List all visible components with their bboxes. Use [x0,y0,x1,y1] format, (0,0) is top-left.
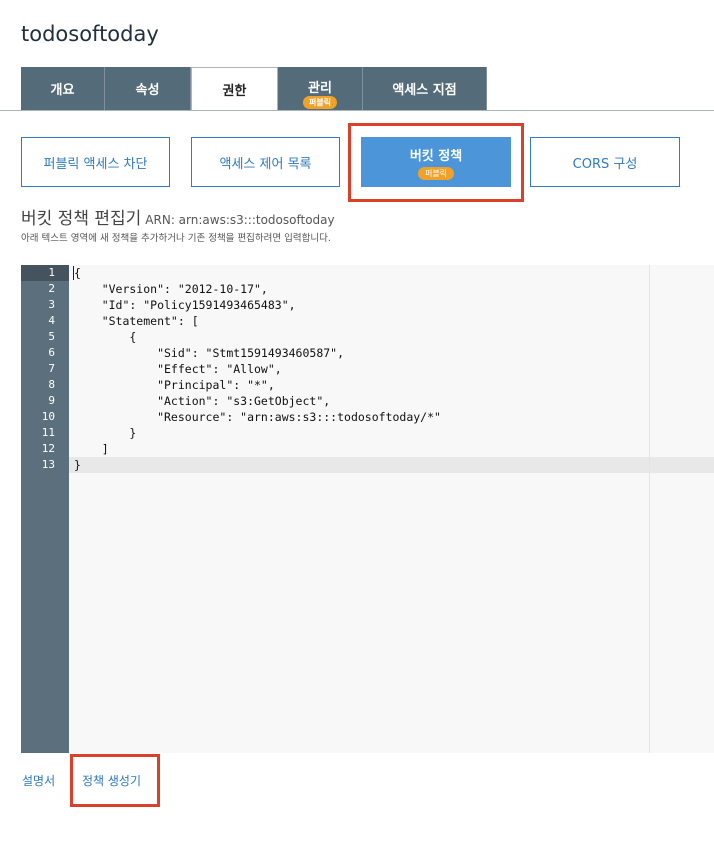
line-number: 8 [48,378,55,391]
code-line: "Statement": [ [74,314,199,328]
code-line: "Sid": "Stmt1591493460587", [74,346,345,360]
bucket-title: todosoftoday [21,22,159,46]
line-number: 1 [21,265,69,281]
line-number-gutter: 1 2 3 4 5 6 7 8 9 10 11 12 13 [21,265,69,753]
tab-divider [0,110,714,111]
tab-label: 개요 [50,83,75,98]
tab-permissions[interactable]: 권한 [191,67,278,111]
code-line: } [74,458,81,472]
line-number: 11 [41,426,55,439]
code-line: { [74,266,81,280]
tab-label: 액세스 지점 [392,83,457,98]
editor-title: 버킷 정책 편집기 [21,209,142,229]
tab-properties[interactable]: 속성 [105,67,191,110]
line-number: 3 [48,298,55,311]
active-line-highlight [69,457,714,473]
code-line: } [74,426,137,440]
print-margin [649,265,650,753]
cors-button[interactable]: CORS 구성 [530,137,680,187]
tab-bar: 개요 속성 권한 관리 퍼블릭 액세스 지점 [21,67,487,111]
bucket-arn: ARN: arn:aws:s3:::todosoftoday [145,213,335,227]
line-number: 4 [48,314,55,327]
code-line: { [74,330,137,344]
policy-code-editor[interactable]: 1 2 3 4 5 6 7 8 9 10 11 12 13 { "Version": "2012-10-… [21,265,714,753]
editor-heading: 버킷 정책 편집기 ARN: arn:aws:s3:::todosoftoday [21,204,335,229]
tab-label: 속성 [135,83,160,98]
line-number: 2 [48,282,55,295]
code-line: "Id": "Policy1591493465483", [74,298,296,312]
tab-management[interactable]: 관리 퍼블릭 [278,67,363,110]
button-label: 액세스 제어 목록 [219,156,312,172]
line-number: 7 [48,362,55,375]
line-number: 10 [41,410,55,423]
code-line: ] [74,442,109,456]
documentation-link[interactable]: 설명서 [22,772,55,789]
code-line: "Version": "2012-10-17", [74,282,268,296]
code-line: "Action": "s3:GetObject", [74,394,331,408]
tab-overview[interactable]: 개요 [21,67,105,110]
code-line: "Principal": "*", [74,378,275,392]
highlight-box [70,754,160,807]
line-number: 9 [48,394,55,407]
button-label: CORS 구성 [572,156,638,172]
editor-description: 아래 텍스트 영역에 새 정책을 추가하거나 기존 정책을 편집하려면 입력합니… [21,233,331,244]
line-number: 6 [48,346,55,359]
tab-access-points[interactable]: 액세스 지점 [363,67,487,110]
line-number: 12 [41,442,55,455]
block-public-access-button[interactable]: 퍼블릭 액세스 차단 [21,137,170,187]
button-label: 퍼블릭 액세스 차단 [43,156,148,172]
highlight-box [348,123,524,202]
acl-button[interactable]: 액세스 제어 목록 [191,137,340,187]
tab-label: 권한 [222,84,247,99]
code-line: "Resource": "arn:aws:s3:::todosoftoday/*… [74,410,441,424]
code-line: "Effect": "Allow", [74,362,282,376]
public-badge: 퍼블릭 [302,96,338,109]
line-number: 5 [48,330,55,343]
line-number: 13 [41,458,55,471]
tab-label: 관리 [308,81,332,96]
